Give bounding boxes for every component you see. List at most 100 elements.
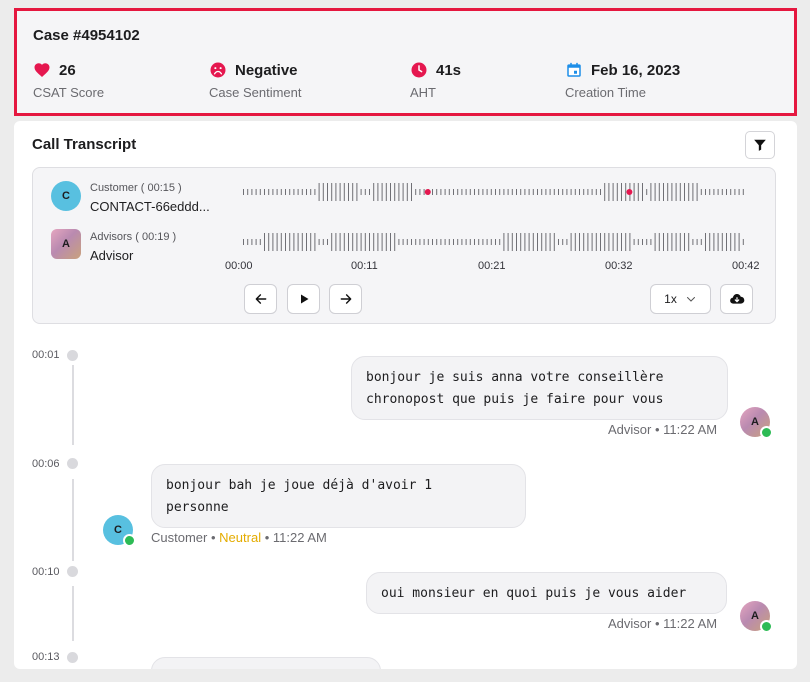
- advisor-message-bubble: oui monsieur en quoi puis je vous aider: [366, 572, 727, 614]
- waveform-bar: [570, 189, 572, 195]
- waveform-bar: [264, 233, 265, 251]
- waveform-bar: [532, 189, 534, 195]
- sentiment-marker[interactable]: [626, 189, 633, 195]
- waveform-bar: [369, 189, 370, 195]
- waveform-bar: [591, 189, 593, 195]
- waveform-bar: [507, 233, 509, 251]
- waveform-bar: [742, 189, 744, 195]
- waveform-bar: [272, 233, 274, 251]
- waveform-bar: [465, 189, 467, 195]
- waveform-bar: [251, 239, 253, 245]
- filter-button[interactable]: [745, 131, 775, 159]
- waveform-bar: [486, 189, 488, 195]
- customer-speaker-role: Customer ( 00:15 ): [90, 182, 182, 194]
- waveform-bar: [478, 189, 480, 195]
- waveform-bar: [696, 239, 698, 245]
- message-time: 00:06: [32, 458, 60, 470]
- waveform-bar: [692, 183, 694, 201]
- waveform-bar: [448, 189, 450, 195]
- message-time: 00:01: [32, 349, 60, 361]
- creation-time-value: Feb 16, 2023: [591, 61, 681, 79]
- sentiment-stat: Negative Case Sentiment: [209, 61, 302, 101]
- creation-time-stat: Feb 16, 2023 Creation Time: [565, 61, 681, 101]
- waveform-bar: [545, 189, 547, 195]
- waveform-bar: [658, 183, 660, 201]
- waveform-bar: [255, 189, 257, 195]
- waveform-bar: [730, 189, 732, 195]
- waveform-bar: [516, 189, 517, 195]
- waveform-bar: [297, 189, 299, 195]
- separator: •: [210, 530, 216, 545]
- waveform-bar: [545, 233, 547, 251]
- waveform-bar: [314, 233, 316, 251]
- play-icon: [300, 294, 308, 304]
- waveform-bar: [566, 189, 568, 195]
- waveform-bar: [654, 183, 656, 201]
- message-timestamp: 11:22 AM: [272, 530, 327, 545]
- waveform-bar: [310, 233, 312, 251]
- waveform-bar: [373, 183, 375, 201]
- waveform-bar: [625, 183, 627, 201]
- previous-button[interactable]: [244, 284, 277, 314]
- waveform-bar: [453, 239, 454, 245]
- waveform-bar: [520, 233, 522, 251]
- sentiment-tag: Neutral: [219, 530, 262, 545]
- waveform-bar: [562, 239, 564, 245]
- sentiment-marker[interactable]: [424, 189, 431, 195]
- download-button[interactable]: [720, 284, 753, 314]
- play-button[interactable]: [287, 284, 320, 314]
- waveform-bar: [646, 239, 648, 245]
- waveform-bar: [734, 233, 736, 251]
- waveform-bar: [637, 183, 639, 201]
- waveform-bar: [562, 189, 564, 195]
- filter-icon: [754, 139, 766, 151]
- waveform-bar: [600, 233, 601, 251]
- waveform-bar: [272, 189, 274, 195]
- waveform-bar: [285, 233, 286, 251]
- case-title: Case #4954102: [33, 27, 140, 44]
- waveform-bar: [675, 183, 677, 201]
- next-button[interactable]: [329, 284, 362, 314]
- waveform-bar: [621, 233, 622, 251]
- waveform-bar: [650, 239, 652, 245]
- waveform-bar: [339, 183, 341, 201]
- speaker-name: Advisor: [608, 616, 652, 631]
- waveform-bar: [654, 233, 656, 251]
- waveform-bar: [520, 189, 522, 195]
- waveform-bar: [679, 233, 681, 251]
- waveform-bar: [381, 183, 383, 201]
- waveform-bar: [537, 189, 538, 195]
- advisor-waveform[interactable]: [243, 228, 753, 256]
- call-transcript-panel: Call Transcript C Customer ( 00:15 ) CON…: [14, 121, 797, 669]
- phone-status-badge: [760, 426, 773, 439]
- message-meta: Advisor • 11:22 AM: [608, 422, 717, 437]
- waveform-bar: [721, 189, 723, 195]
- waveform-bar: [243, 239, 244, 245]
- waveform-bar: [625, 233, 627, 251]
- waveform-bar: [268, 233, 270, 251]
- waveform-bar: [427, 239, 429, 245]
- waveform-bar: [343, 233, 345, 251]
- playback-speed-select[interactable]: 1x: [650, 284, 711, 314]
- waveform-bar: [348, 233, 349, 251]
- waveform-bar: [663, 183, 664, 201]
- message-meta: Advisor • 11:22 AM: [608, 616, 717, 631]
- waveform-bar: [490, 239, 492, 245]
- waveform-bar: [301, 233, 303, 251]
- waveform-bar: [726, 189, 727, 195]
- waveform-bar: [532, 233, 534, 251]
- waveform-bar: [621, 183, 622, 201]
- message-time: 00:13: [32, 651, 60, 663]
- waveform-bar: [402, 239, 404, 245]
- waveform-bar: [608, 233, 610, 251]
- arrow-right-icon: [340, 294, 351, 304]
- waveform-bar: [595, 189, 597, 195]
- waveform-bar: [507, 189, 509, 195]
- waveform-bar: [385, 183, 387, 201]
- waveform-bar: [301, 189, 303, 195]
- time-tick: 00:21: [478, 260, 506, 272]
- clock-icon: [411, 62, 427, 78]
- customer-waveform[interactable]: [243, 178, 753, 206]
- waveform-bar: [713, 233, 715, 251]
- waveform-bar: [499, 239, 501, 245]
